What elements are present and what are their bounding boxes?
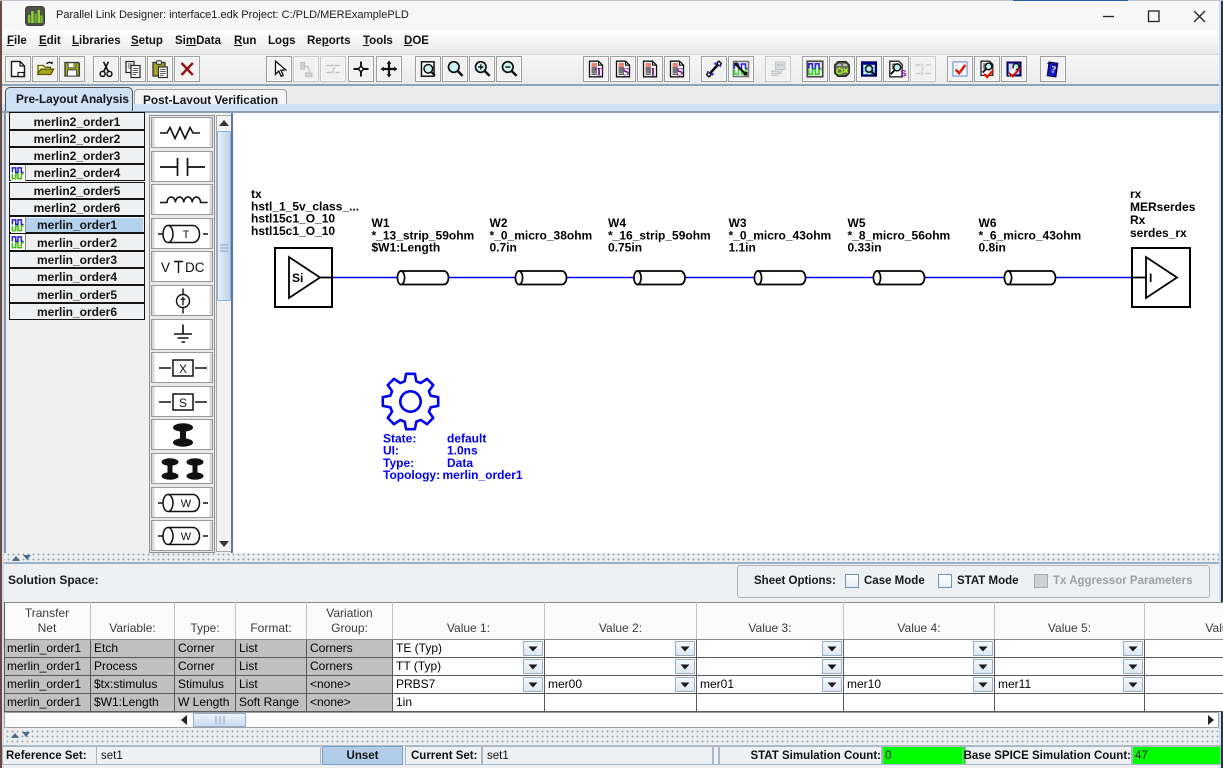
svg-text:hstl15c1_O_10: hstl15c1_O_10 (251, 224, 335, 238)
svg-text:MERserdes: MERserdes (1130, 200, 1196, 214)
svg-text:Si: Si (292, 271, 303, 285)
svg-text:Rx: Rx (1130, 213, 1146, 227)
svg-text:I: I (1149, 271, 1152, 285)
svg-text:S: S (900, 69, 906, 79)
svg-text:Topology:: Topology: (383, 468, 440, 482)
svg-text:S: S (677, 64, 684, 78)
svg-text:T: T (183, 229, 190, 241)
svg-text:0.8in: 0.8in (979, 241, 1006, 255)
svg-text:S: S (179, 396, 187, 410)
svg-text:serdes_rx: serdes_rx (1130, 226, 1187, 240)
svg-text:DC: DC (185, 260, 205, 275)
svg-text:0.7in: 0.7in (490, 241, 517, 255)
svg-text:W: W (181, 531, 192, 543)
svg-text:S: S (623, 64, 630, 78)
svg-text:W: W (181, 498, 192, 510)
svg-text:I: I (651, 64, 656, 78)
svg-text:1.1in: 1.1in (729, 241, 756, 255)
svg-text:rx: rx (1130, 187, 1142, 201)
svg-text:0.75in: 0.75in (608, 241, 642, 255)
svg-text:V: V (161, 260, 170, 275)
svg-text:$W1:Length: $W1:Length (372, 241, 441, 255)
svg-text:merlin_order1: merlin_order1 (443, 468, 523, 482)
svg-text:T: T (595, 64, 603, 78)
svg-text:0.33in: 0.33in (848, 241, 882, 255)
svg-text:X: X (179, 362, 187, 376)
